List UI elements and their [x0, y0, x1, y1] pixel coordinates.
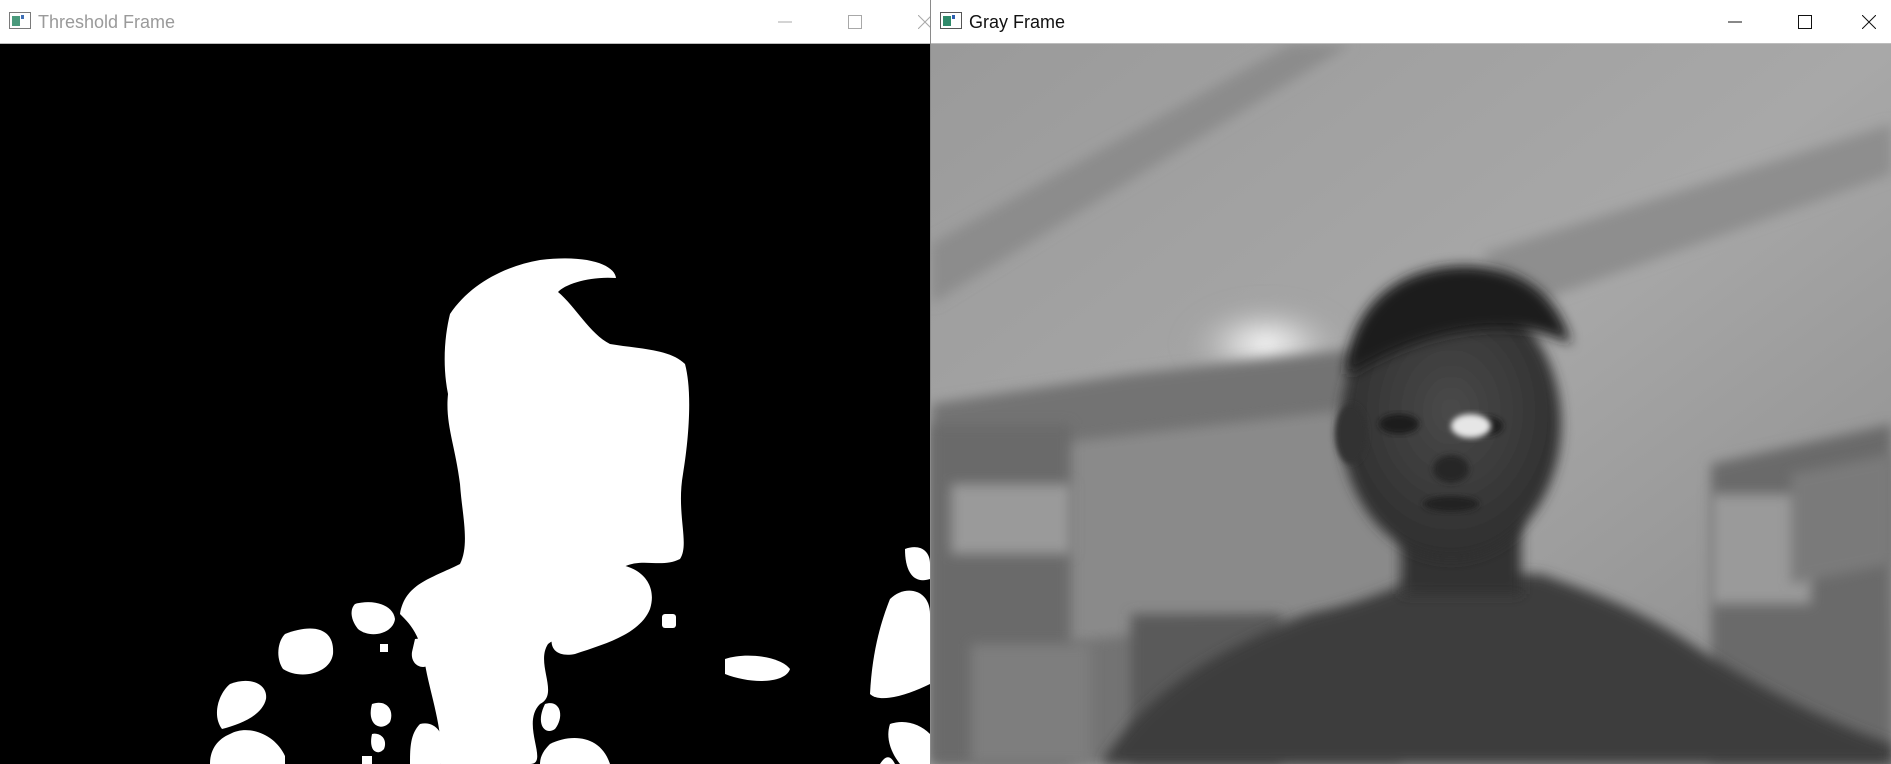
minimize-icon — [778, 21, 792, 23]
gray-frame-window[interactable]: Gray Frame — [930, 0, 1891, 764]
close-button[interactable] — [902, 0, 930, 44]
gray-frame-title: Gray Frame — [969, 12, 1066, 32]
threshold-frame-title: Threshold Frame — [38, 12, 176, 32]
close-button[interactable] — [1846, 0, 1891, 44]
app-window-icon — [9, 12, 31, 29]
maximize-icon — [1798, 15, 1812, 29]
grayscale-image — [931, 44, 1891, 764]
maximize-button[interactable] — [832, 0, 878, 44]
maximize-icon — [848, 15, 862, 29]
close-icon — [1862, 15, 1876, 29]
threshold-frame-titlebar[interactable]: Threshold Frame — [0, 0, 930, 44]
minimize-icon — [1728, 21, 1742, 23]
close-icon — [918, 15, 930, 29]
gray-frame-titlebar[interactable]: Gray Frame — [931, 0, 1891, 44]
minimize-button[interactable] — [1712, 0, 1758, 44]
minimize-button[interactable] — [762, 0, 808, 44]
threshold-frame-window[interactable]: Threshold Frame — [0, 0, 930, 764]
app-window-icon — [940, 12, 962, 29]
maximize-button[interactable] — [1782, 0, 1828, 44]
threshold-image — [0, 44, 930, 764]
